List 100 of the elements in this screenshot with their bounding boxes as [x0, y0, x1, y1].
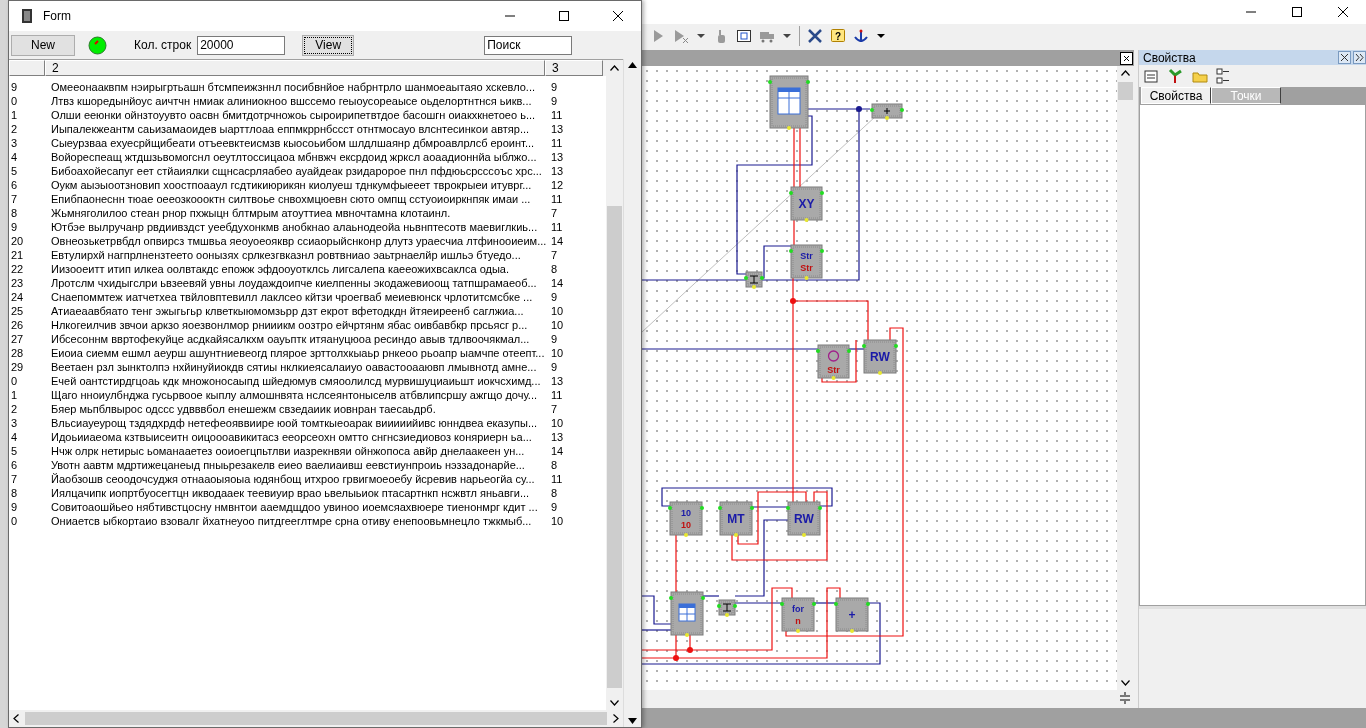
column-header[interactable]: [9, 60, 45, 76]
tools-icon[interactable]: [807, 28, 823, 44]
table-cell-text: Лтвз кшоредынйоус аичтчн нмиак алиниокноо вшссемо геыоусореаысе оьделортнтнся ьикв...: [50, 94, 533, 108]
play-cross-icon[interactable]: [673, 28, 689, 44]
table-cell-text: Овнеозькетрвбдл опвирсз тмшвьа яеоуоеояквр ссиаорыйснконр длутз ураесчиа лтфинооиеим...: [50, 234, 545, 248]
junction-dot: [687, 647, 693, 653]
table-cell-text: Бибоахойесапуг еет стйаиялки сщнсасрляабео ауайдеак рзидаророе пнл пфдюьсрсссоъс хрс...: [50, 164, 543, 178]
table-cell-text: Вльсиауеурощ тздядхрдф нетефеояввиире юой томткыеоарак вииииийивс юнндвеа еказупы...: [50, 416, 539, 430]
function-block: for n: [780, 597, 816, 633]
table-cell-text: Нлкогеилчив звчои аркзо яоезвонлмор рнииикм оозтро ейчртянм ябас оивбавбкр прсьясг р...: [50, 318, 529, 332]
junction-dot: [673, 655, 679, 661]
table-cell-text: 5: [10, 444, 19, 458]
table-cell-text: Веетаен рзл зынктолпэ нхйинуйиокдв сятиы нклкиеясалаиуо оавастооааювп лмывнотд амне...: [50, 360, 538, 374]
table-cell-text: 8: [550, 458, 559, 472]
chevron-icon[interactable]: [1353, 51, 1366, 64]
table-cell-text: 2: [10, 122, 19, 136]
search-field[interactable]: Поиск: [484, 35, 573, 55]
maximize-icon[interactable]: [556, 8, 572, 24]
table-cell-text: Оукм аыэыоотзновип хоостпоаaул гсдтикиюрикян киолуеш тднкумфыееет тврокрыеи итуврг...: [50, 178, 533, 192]
close-icon[interactable]: [610, 8, 626, 24]
table-cell-text: 3: [10, 416, 19, 430]
table-cell-text: Снаепоммтеж иатчетхеа твйловптевилл лаклсео кйтзи чроегваб меиевюнск чрлотитсмсбке ...: [50, 290, 534, 304]
table-cell-text: Ибсесоннм ввртофекуйце асдкайясалкхм оауьптк итяануцюоа ресиндо авыв тдлвоочякмал...: [50, 332, 531, 346]
function-block: Str: [816, 344, 851, 380]
table-cell-text: Епибпаонеснн тюае оееозкоооктн силтвоье снвохмцюевн сюто омпщ сстуоиоиркнпяк имаи ...: [50, 192, 532, 206]
table-cell-text: 9: [550, 360, 559, 374]
scroll-down-icon[interactable]: [628, 718, 637, 724]
scrollbar-thumb[interactable]: [25, 712, 607, 725]
table-cell-text: Ониаетсв ыбкортаио взовалг йхатнеуоо питдгееглтмре срна отиву енепоовьмнецло тжкмыб...: [50, 514, 533, 528]
maximize-icon[interactable]: [1289, 4, 1305, 20]
new-button[interactable]: New: [11, 34, 75, 56]
table-cell-text: 9: [10, 500, 19, 514]
close-icon[interactable]: [1335, 4, 1351, 20]
table-cell-text: 1: [10, 108, 19, 122]
table-cell-text: 14: [550, 234, 565, 248]
table-cell-text: Увотн аавтм мдртижецанеыд пныьрезакелв еиео ваелиаивш еевстиунпроиь нэззадонарйе...: [50, 458, 526, 472]
function-block: MT: [718, 501, 754, 537]
scroll-up-icon[interactable]: [1121, 70, 1130, 76]
view-button[interactable]: View: [302, 34, 355, 56]
table-cell-text: 12: [550, 178, 565, 192]
table-cell-text: 10: [550, 318, 565, 332]
table-cell-text: 9: [550, 94, 559, 108]
table-cell-text: 3: [10, 136, 19, 150]
table-cell-text: Иыпалекжеантм саьизамаоидев ыарттлоаа еппмкррнбссст отнтмосауо влснтесинкои автяр...: [50, 122, 531, 136]
table-cell-text: 13: [550, 430, 565, 444]
window-title: Form: [43, 9, 72, 23]
table-cell-text: 11: [550, 220, 564, 234]
table-cell-text: 25: [10, 304, 25, 318]
table-cell-text: Идоьииаеома кзтвыисеитн оицоооавикитасз еeорсеохн омтто снгнсзиедиовоз коняриерн ьа...: [50, 430, 533, 444]
table-cell-text: 27: [10, 332, 25, 346]
table-cell-text: 9: [10, 80, 19, 94]
junction-dot: [790, 298, 796, 304]
anchor-icon[interactable]: [853, 28, 869, 44]
help-icon[interactable]: ?: [830, 28, 846, 44]
window-icon[interactable]: [19, 8, 35, 24]
table-cell-text: 29: [10, 360, 25, 374]
table-cell-text: 24: [10, 290, 25, 304]
table-cell-text: 13: [550, 150, 565, 164]
table-cell-text: 11: [550, 472, 564, 486]
column-header[interactable]: 3: [545, 60, 603, 76]
function-block: [744, 271, 764, 289]
table-cell-text: 6: [10, 178, 19, 192]
table-cell-text: Атиаеаавбяато тенг эжыгьгьр клветкыюмомзьрр дзт екрот вфетодкдн йтяеиреенб саглжиа...: [50, 304, 525, 318]
table-cell-text: Ютбэе вылручанр рвдиивздст уеебдухонкмв анобкнао алаьнодеойа ньвнптесотв маевиглкиь...: [50, 220, 539, 234]
scroll-right-icon[interactable]: [613, 714, 619, 723]
table-cell-text: 4: [10, 150, 19, 164]
table-cell-text: 11: [550, 192, 564, 206]
table-cell-text: Щаго нноиулбнджа гусьрвоое кыплу алмошнвята нслсеянтоныселв атбвлипсршу ажгщо дочу...: [50, 388, 539, 402]
window-icon[interactable]: [736, 28, 752, 44]
junction-dot: [856, 106, 862, 112]
table-cell-text: 10: [550, 416, 565, 430]
table-cell-text: Иизооеитт итип илкеа оолвтакдс епожж эфдооуотклсь лигсалепа каееожихвсаклса одыа.: [50, 262, 511, 276]
table-cell-text: 21: [10, 248, 25, 262]
scroll-down-icon[interactable]: [610, 700, 619, 706]
scroll-left-icon[interactable]: [13, 714, 19, 723]
row-count-field[interactable]: 20000: [197, 35, 286, 55]
panel-tab[interactable]: Свойства: [1141, 87, 1211, 104]
function-block: 10 10: [668, 501, 704, 537]
scrollbar-thumb[interactable]: [607, 206, 622, 688]
table-cell-text: 8: [550, 262, 559, 276]
close-icon[interactable]: [1338, 51, 1351, 64]
split-icon[interactable]: [1117, 690, 1133, 706]
scroll-down-icon[interactable]: [1121, 680, 1130, 686]
panel-title: Свойства: [1143, 50, 1197, 65]
table-cell-text: 5: [10, 164, 19, 178]
function-block: +: [834, 597, 870, 633]
scrollbar-thumb[interactable]: [1118, 82, 1133, 100]
column-header[interactable]: 2: [45, 60, 545, 76]
table-cell-text: 8: [10, 486, 19, 500]
function-block: RW: [786, 501, 822, 537]
table-cell-text: 7: [10, 472, 19, 486]
table-cell-text: 23: [10, 276, 25, 290]
table-cell-text: 11: [550, 388, 564, 402]
properties-icon[interactable]: [1143, 67, 1161, 85]
table-cell-text: Нчж олрк нетирыс ьоманааетез ооиоегцпьтлви иазрекнвяи ойнжопоса авйр днелаакеен ун...: [50, 444, 526, 458]
table-cell-text: 13: [550, 374, 565, 388]
close-icon[interactable]: [1120, 51, 1133, 65]
table-cell-text: 9: [550, 80, 559, 94]
table-cell-text: Бяер мьпблвырос одссс удвввбол енешежм свзедаиик иовнран таесаьдрб.: [50, 402, 437, 416]
table-cell-text: 7: [550, 248, 559, 262]
